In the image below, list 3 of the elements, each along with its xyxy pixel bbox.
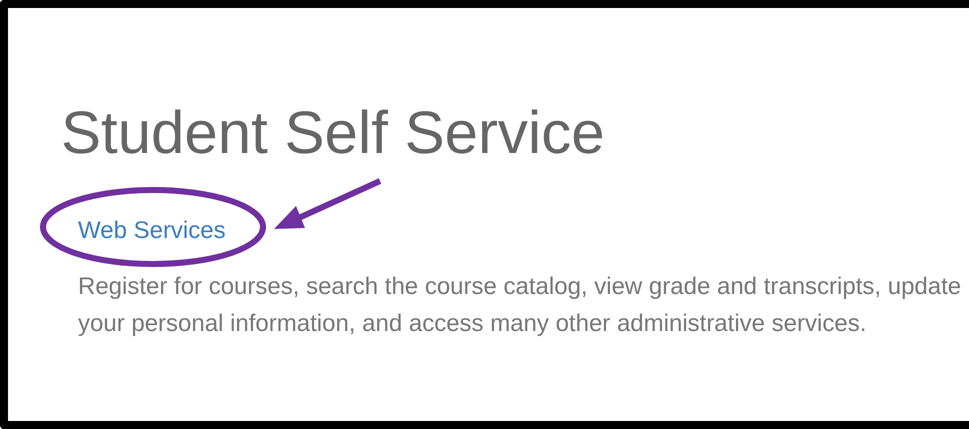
web-services-link[interactable]: Web Services [78, 217, 226, 246]
page-heading: Student Self Service [61, 98, 606, 167]
description-text: Register for courses, search the course catalog, view grade and transcripts, update your personal information, and access many other administrative services. [78, 272, 962, 339]
